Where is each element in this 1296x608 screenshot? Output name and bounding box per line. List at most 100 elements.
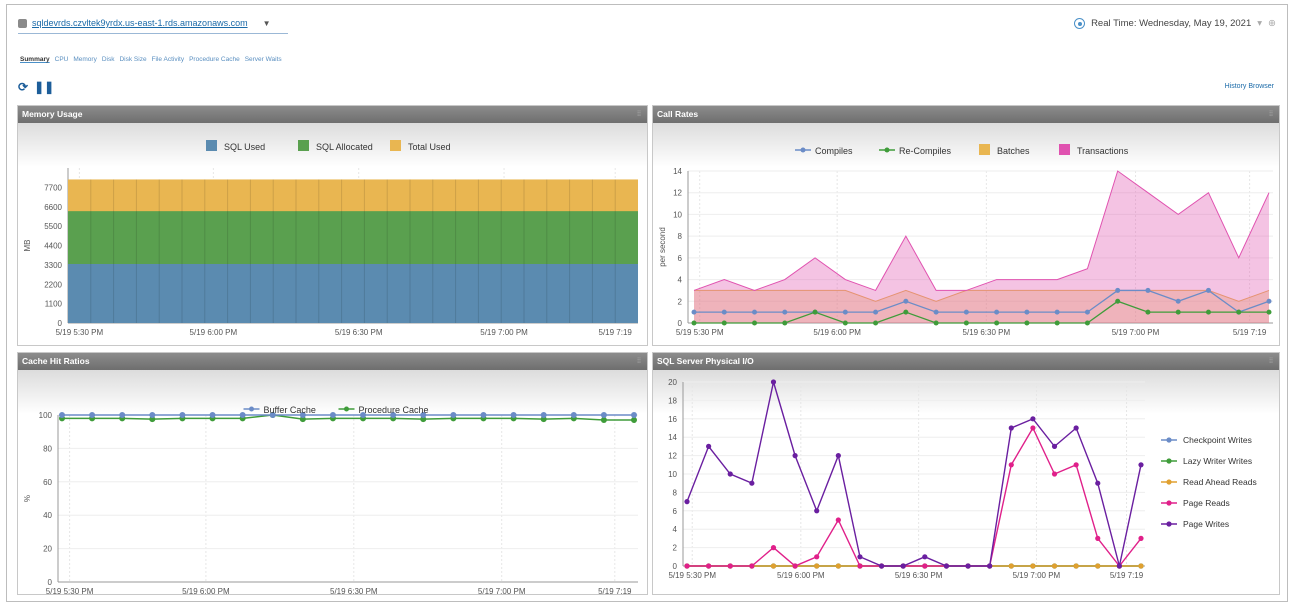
point-page-reads (857, 563, 863, 569)
point-compiles (782, 309, 788, 315)
y-tick-label: 6 (673, 507, 678, 516)
point-re-compiles (842, 320, 848, 326)
point-read-ahead-reads (1095, 563, 1101, 569)
point-re-compiles (873, 320, 879, 326)
y-tick-label: 0 (48, 578, 53, 587)
drag-handle-icon[interactable]: ⁞⁞ (637, 106, 641, 123)
y-tick-label: 14 (673, 167, 682, 176)
refresh-icon[interactable]: ⟳ (18, 80, 28, 94)
panel-header[interactable]: Call Rates ⁞⁞ (653, 106, 1279, 123)
point-buffer-cache (149, 412, 156, 418)
tab-disk-size[interactable]: Disk Size (119, 56, 146, 63)
x-tick-label: 5/19 6:30 PM (963, 328, 1011, 337)
panel-title: Cache Hit Ratios (22, 356, 90, 366)
drag-handle-icon[interactable]: ⁞⁞ (1269, 353, 1273, 370)
point-re-compiles (1024, 320, 1030, 326)
legend-marker (1166, 458, 1172, 464)
tab-server-waits[interactable]: Server Waits (245, 56, 282, 63)
history-browser-link[interactable]: History Browser (1225, 83, 1274, 90)
pause-icon[interactable]: ❚❚ (34, 80, 54, 94)
legend-label: Page Writes (1183, 519, 1229, 529)
point-re-compiles (1084, 320, 1090, 326)
point-page-reads (1008, 462, 1014, 468)
area-sql-used (68, 263, 638, 323)
y-tick-label: 10 (673, 210, 682, 219)
legend-marker (1166, 479, 1172, 485)
point-page-writes (857, 554, 863, 560)
chevron-down-icon[interactable]: ▼ (263, 19, 271, 28)
panel-header[interactable]: Cache Hit Ratios ⁞⁞ (18, 353, 647, 370)
point-page-reads (814, 554, 820, 560)
point-page-reads (792, 563, 798, 569)
point-page-reads (1073, 462, 1079, 468)
legend-label: Compiles (815, 146, 853, 156)
point-compiles (1115, 287, 1121, 293)
x-tick-label: 5/19 7:00 PM (1013, 571, 1061, 580)
point-compiles (994, 309, 1000, 315)
y-tick-label: 5500 (44, 222, 62, 231)
legend-label: Lazy Writer Writes (1183, 456, 1252, 466)
point-page-writes (878, 563, 885, 569)
point-page-writes (1116, 563, 1122, 569)
tab-cpu[interactable]: CPU (55, 56, 69, 63)
point-page-reads (749, 563, 755, 569)
point-re-compiles (994, 320, 1000, 326)
server-name[interactable]: sqldevrds.czvltek9yrdx.us-east-1.rds.ama… (32, 18, 248, 28)
panel-header[interactable]: SQL Server Physical I/O ⁞⁞ (653, 353, 1279, 370)
point-compiles (1084, 309, 1090, 315)
y-tick-label: 4 (673, 525, 678, 534)
drag-handle-icon[interactable]: ⁞⁞ (637, 353, 641, 370)
chevron-down-icon[interactable]: ▾ (1257, 18, 1262, 29)
panel-header[interactable]: Memory Usage ⁞⁞ (18, 106, 647, 123)
drag-handle-icon[interactable]: ⁞⁞ (1269, 106, 1273, 123)
y-axis-label: per second (658, 227, 667, 267)
legend-swatch (979, 144, 990, 155)
point-page-writes (900, 563, 906, 569)
call-rates-chart: 0 2 4 6 8 10 12 14 5/19 5:30 PM 5/19 6:00 PM 5/19 … (658, 144, 1273, 337)
y-tick-label: 2 (678, 297, 683, 306)
x-tick-label: 5/19 7:00 PM (480, 328, 528, 337)
y-tick-label: 6600 (44, 203, 62, 212)
tab-procedure-cache[interactable]: Procedure Cache (189, 56, 240, 63)
point-compiles (842, 309, 848, 315)
legend-label: Buffer Cache (264, 405, 316, 415)
point-re-compiles (1115, 298, 1121, 304)
memory-usage-chart: 0 1100 2200 3300 4400 5500 6600 7700 5/19 5:30 P… (23, 140, 638, 337)
y-axis-label: % (23, 495, 32, 502)
line-page-reads (687, 426, 1142, 568)
tab-memory[interactable]: Memory (73, 56, 96, 63)
x-tick-label: 5/19 6:00 PM (777, 571, 825, 580)
add-icon[interactable]: ⊕ (1268, 18, 1276, 29)
point-compiles (963, 309, 969, 315)
y-tick-label: 0 (678, 319, 683, 328)
point-page-writes (792, 453, 798, 459)
server-selector[interactable]: sqldevrds.czvltek9yrdx.us-east-1.rds.ama… (18, 18, 271, 28)
tab-file-activity[interactable]: File Activity (152, 56, 185, 63)
legend-marker (1166, 500, 1172, 506)
point-buffer-cache (239, 412, 246, 418)
point-page-writes (1095, 480, 1101, 486)
call-rates-panel: Call Rates ⁞⁞ 0 2 4 6 8 10 12 14 5/19 5:30 PM 5/19… (652, 105, 1280, 346)
point-buffer-cache (179, 412, 186, 418)
realtime-radio-icon[interactable] (1074, 18, 1086, 29)
point-read-ahead-reads (1008, 563, 1014, 569)
physical-io-chart: 0 2 4 6 8 10 12 14 16 18 20 5/19 5:30 PM 5/19 6:00 P… (668, 378, 1257, 580)
legend-label: SQL Allocated (316, 142, 373, 152)
y-tick-label: 20 (43, 545, 52, 554)
x-tick-label: 5/19 7:19 (598, 587, 632, 594)
legend-swatch (298, 140, 309, 151)
view-tabs: Summary CPU Memory Disk Disk Size File A… (20, 56, 282, 63)
y-axis-label: MB (23, 240, 32, 252)
tab-summary[interactable]: Summary (20, 56, 50, 63)
tab-disk[interactable]: Disk (102, 56, 115, 63)
y-tick-label: 3300 (44, 261, 62, 270)
realtime-selector[interactable]: Real Time: Wednesday, May 19, 2021 ▾ ⊕ (1074, 18, 1276, 29)
x-tick-label: 5/19 6:30 PM (335, 328, 383, 337)
point-page-writes (727, 471, 733, 477)
point-read-ahead-reads (835, 563, 841, 569)
point-buffer-cache (570, 412, 577, 418)
y-tick-label: 16 (668, 415, 677, 424)
legend-label: Procedure Cache (359, 405, 429, 415)
y-tick-label: 8 (673, 488, 678, 497)
point-compiles (691, 309, 697, 315)
